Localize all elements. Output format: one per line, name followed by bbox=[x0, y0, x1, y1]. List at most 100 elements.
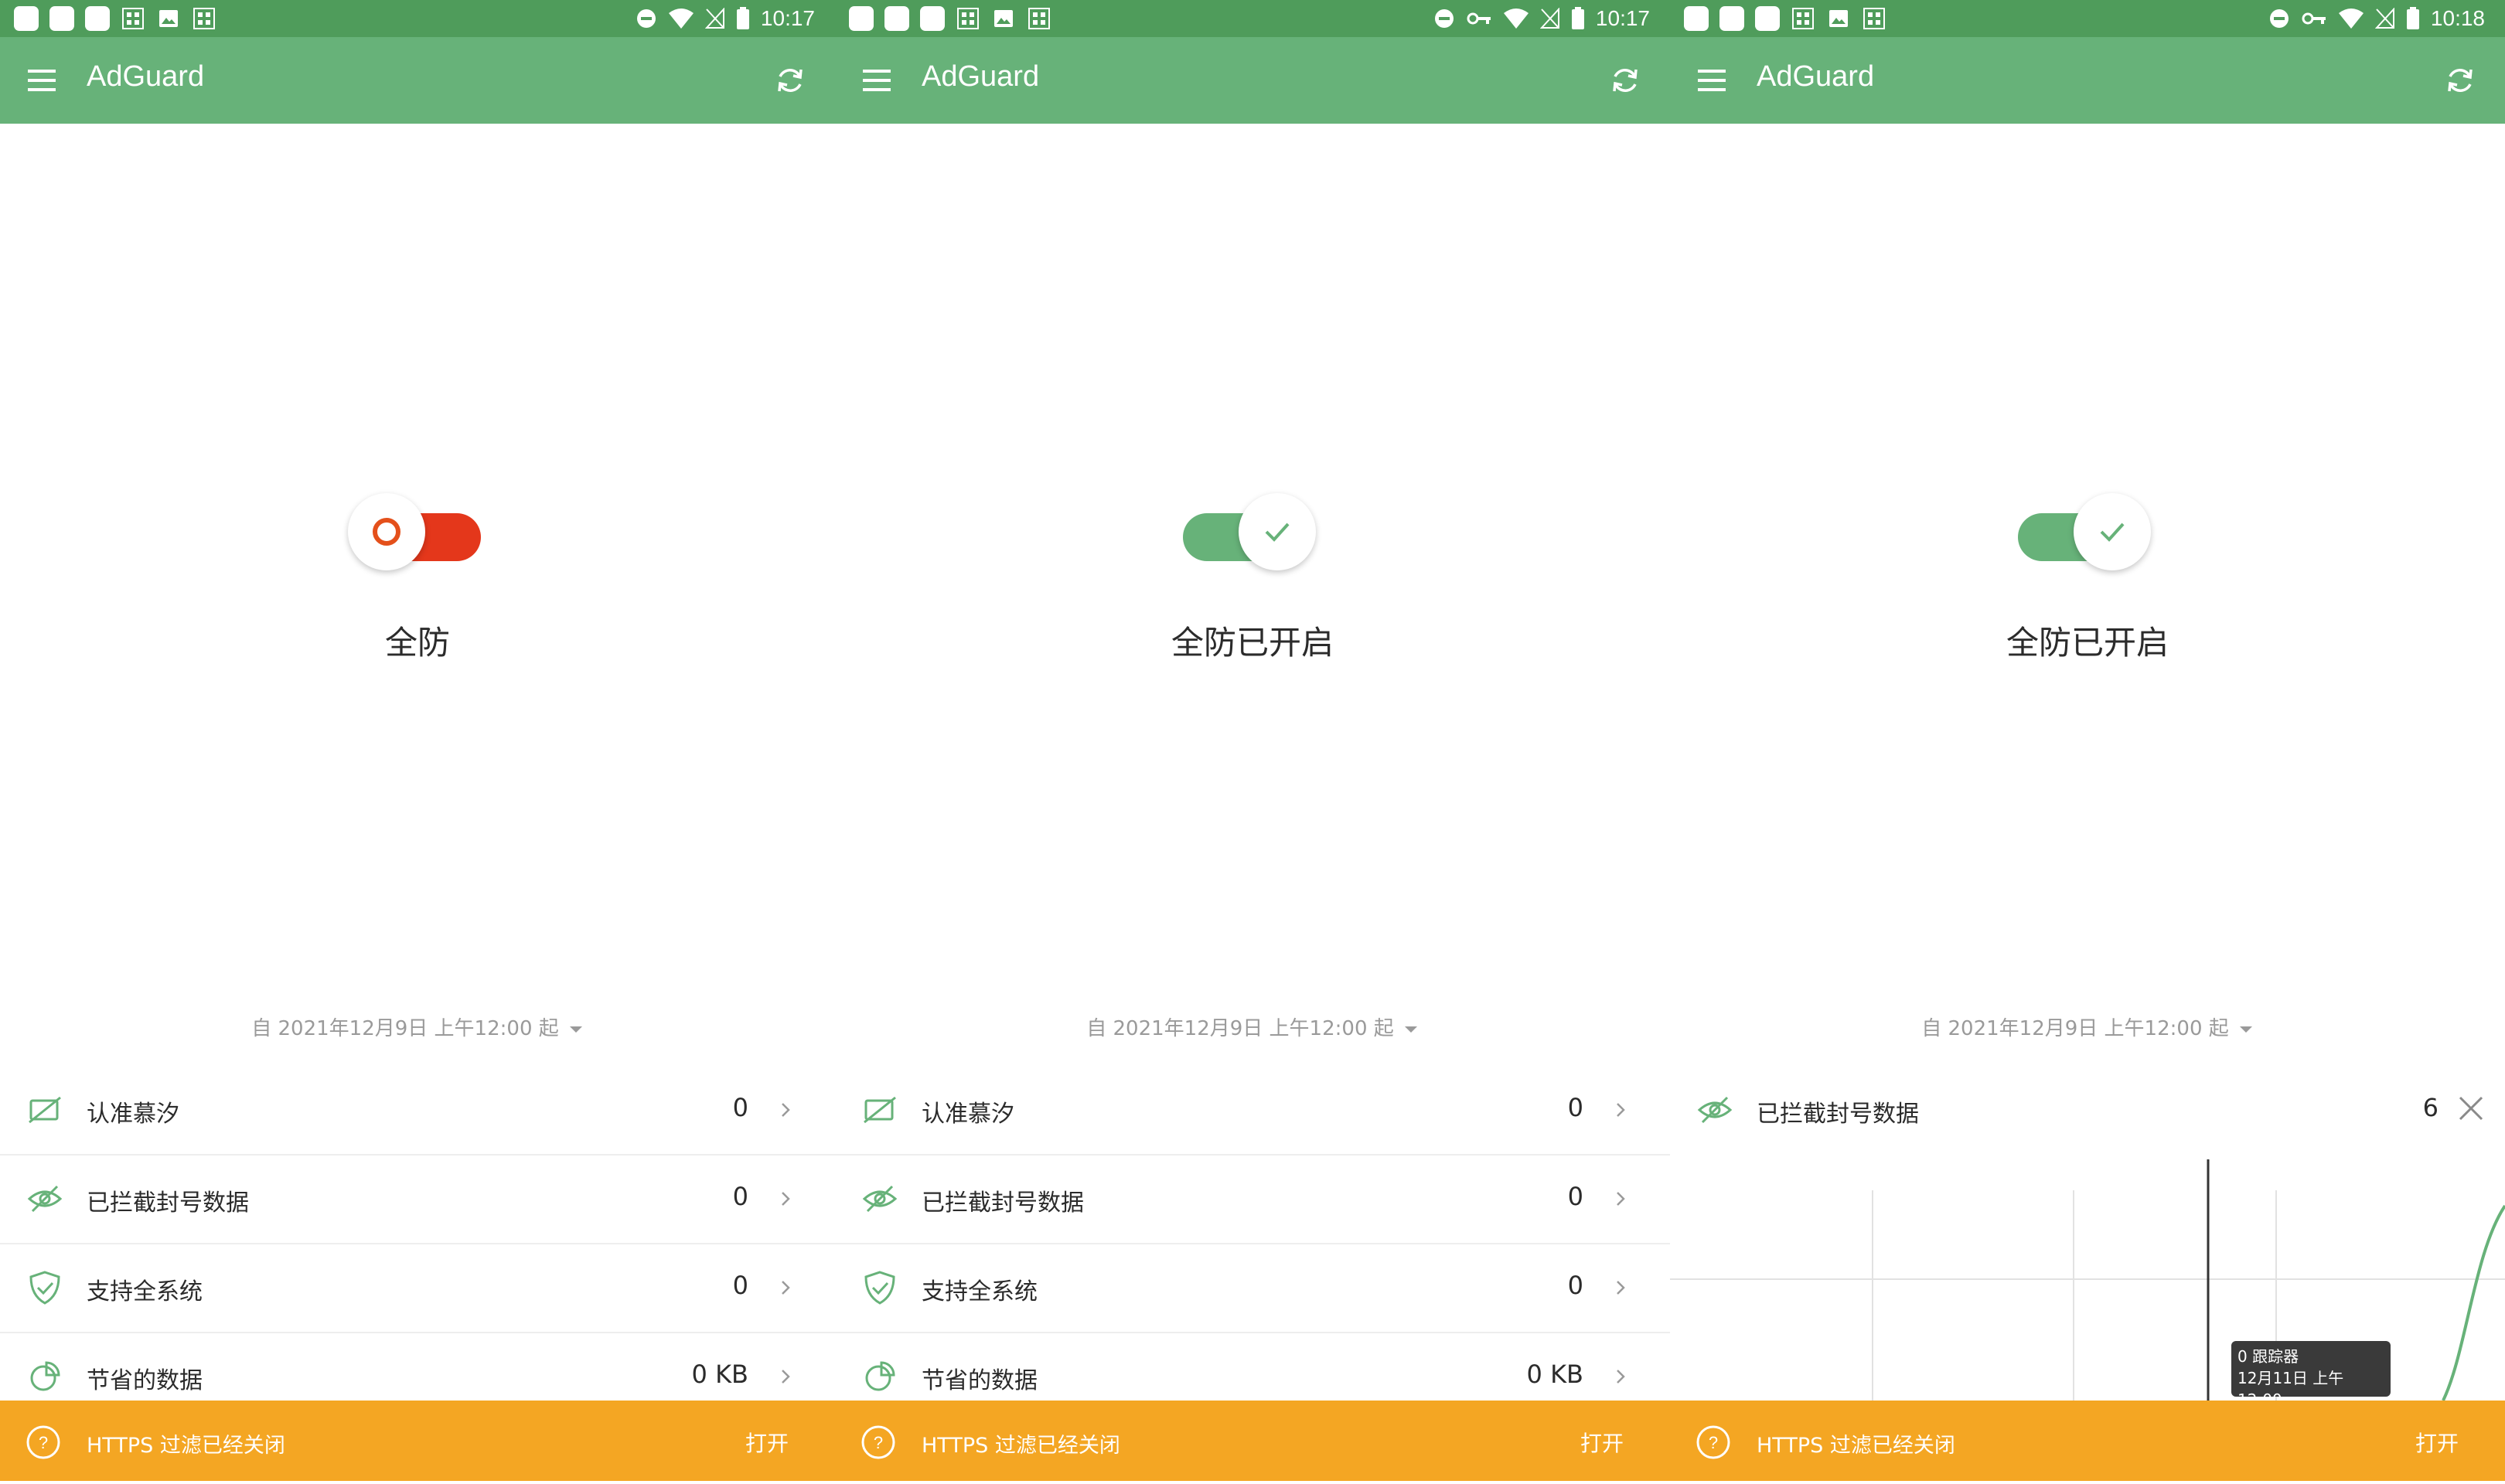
refresh-icon[interactable] bbox=[1607, 62, 1644, 99]
https-filter-banner: ? HTTPS 过滤已经关闭 打开 bbox=[835, 1401, 1670, 1481]
stat-row-system[interactable]: 支持全系统 0 bbox=[0, 1244, 835, 1333]
refresh-icon[interactable] bbox=[2442, 62, 2479, 99]
wifi-icon bbox=[668, 8, 694, 29]
chevron-right-icon bbox=[1617, 1103, 1625, 1117]
battery-icon bbox=[736, 7, 750, 30]
no-signal-icon bbox=[704, 8, 725, 29]
chevron-right-icon bbox=[1617, 1192, 1625, 1206]
notification-app-icon bbox=[1684, 6, 1709, 31]
banner-text: HTTPS 过滤已经关闭 bbox=[87, 1434, 285, 1458]
notification-icons bbox=[1684, 6, 1886, 31]
stat-label: 认准慕汐 bbox=[922, 1101, 1014, 1128]
protection-status-label: 全防已开启 bbox=[1171, 624, 1334, 662]
stat-label: 节省的数据 bbox=[87, 1367, 203, 1394]
qr-icon bbox=[1862, 6, 1886, 31]
stat-row-system[interactable]: 支持全系统 0 bbox=[835, 1244, 1670, 1333]
image-icon bbox=[156, 6, 181, 31]
menu-icon[interactable] bbox=[1695, 66, 1729, 94]
toggle-knob bbox=[348, 493, 425, 570]
menu-icon[interactable] bbox=[860, 66, 894, 94]
chevron-right-icon bbox=[782, 1281, 790, 1295]
period-selector[interactable]: 自 2021年12月9日 上午12:00 起 bbox=[0, 1013, 835, 1041]
refresh-icon[interactable] bbox=[772, 62, 809, 99]
shield-check-icon bbox=[864, 1271, 895, 1305]
menu-icon[interactable] bbox=[25, 66, 59, 94]
dnd-icon bbox=[1433, 8, 1455, 29]
stat-row-trackers[interactable]: 已拦截封号数据 0 bbox=[835, 1156, 1670, 1244]
stat-label: 支持全系统 bbox=[922, 1278, 1038, 1305]
stat-value: 0 KB bbox=[1526, 1360, 1583, 1389]
svg-text:?: ? bbox=[1709, 1433, 1718, 1452]
status-time: 10:17 bbox=[1595, 6, 1650, 30]
tracker-eye-icon bbox=[27, 1185, 63, 1213]
stat-row-ads[interactable]: 认准慕汐 0 bbox=[0, 1067, 835, 1156]
protection-status-label: 全防已开启 bbox=[2006, 624, 2169, 662]
chevron-right-icon bbox=[1617, 1281, 1625, 1295]
check-icon bbox=[1265, 522, 1290, 542]
svg-text:?: ? bbox=[39, 1433, 48, 1452]
notification-icons bbox=[14, 6, 216, 31]
notification-app-icon bbox=[85, 6, 110, 31]
wifi-icon bbox=[1503, 8, 1529, 29]
stats-list: 认准慕汐 0 已拦截封号数据 0 支持全系统 0 节省的数据 0 KB bbox=[0, 1067, 835, 1421]
app-bar: AdGuard bbox=[1670, 37, 2505, 124]
banner-text: HTTPS 过滤已经关闭 bbox=[922, 1434, 1120, 1458]
tracker-eye-icon bbox=[862, 1185, 898, 1213]
qr-icon bbox=[1027, 6, 1051, 31]
period-label: 自 2021年12月9日 上午12:00 起 bbox=[1086, 1017, 1394, 1040]
stat-label: 支持全系统 bbox=[87, 1278, 203, 1305]
help-circle-icon: ? bbox=[1696, 1425, 1730, 1459]
notification-app-icon bbox=[920, 6, 945, 31]
ad-blocked-icon bbox=[864, 1096, 896, 1124]
shield-check-icon bbox=[29, 1271, 60, 1305]
dropdown-icon bbox=[2239, 1026, 2252, 1033]
qr-icon bbox=[121, 6, 145, 31]
stat-value: 0 bbox=[1567, 1271, 1583, 1300]
check-icon bbox=[2100, 522, 2125, 542]
image-icon bbox=[1826, 6, 1851, 31]
detail-value: 6 bbox=[2422, 1093, 2439, 1122]
period-label: 自 2021年12月9日 上午12:00 起 bbox=[251, 1017, 559, 1040]
enable-https-button[interactable]: 打开 bbox=[745, 1427, 789, 1458]
stat-value: 0 bbox=[732, 1182, 748, 1211]
dnd-icon bbox=[2268, 8, 2290, 29]
chevron-right-icon bbox=[782, 1103, 790, 1117]
screen-protection-on: 10:17 AdGuard 全防已开启 自 2021年12月9日 上午12:00… bbox=[835, 0, 1670, 1484]
qr-icon bbox=[956, 6, 980, 31]
help-circle-icon: ? bbox=[861, 1425, 895, 1459]
banner-text: HTTPS 过滤已经关闭 bbox=[1757, 1434, 1955, 1458]
status-bar: 10:17 bbox=[0, 0, 835, 37]
chevron-right-icon bbox=[782, 1192, 790, 1206]
stat-value: 0 bbox=[1567, 1093, 1583, 1122]
close-icon[interactable] bbox=[2456, 1093, 2486, 1124]
notification-app-icon bbox=[884, 6, 909, 31]
notification-app-icon bbox=[849, 6, 874, 31]
vpn-key-icon bbox=[2301, 8, 2327, 29]
tracker-eye-icon bbox=[1697, 1096, 1733, 1124]
pie-chart-icon bbox=[865, 1361, 895, 1391]
ad-blocked-icon bbox=[29, 1096, 61, 1124]
protection-toggle[interactable] bbox=[348, 492, 481, 575]
dnd-icon bbox=[636, 8, 657, 29]
help-circle-icon: ? bbox=[26, 1425, 60, 1459]
stat-row-ads[interactable]: 认准慕汐 0 bbox=[835, 1067, 1670, 1156]
enable-https-button[interactable]: 打开 bbox=[2415, 1427, 2459, 1458]
stat-value: 0 bbox=[732, 1271, 748, 1300]
enable-https-button[interactable]: 打开 bbox=[1580, 1427, 1624, 1458]
period-selector[interactable]: 自 2021年12月9日 上午12:00 起 bbox=[1670, 1013, 2505, 1041]
protection-toggle[interactable] bbox=[2018, 492, 2151, 575]
chevron-right-icon bbox=[1617, 1370, 1625, 1384]
period-selector[interactable]: 自 2021年12月9日 上午12:00 起 bbox=[835, 1013, 1670, 1041]
vpn-key-icon bbox=[1466, 8, 1492, 29]
protection-toggle[interactable] bbox=[1183, 492, 1316, 575]
notification-icons bbox=[849, 6, 1051, 31]
battery-icon bbox=[2406, 7, 2420, 30]
off-ring-icon bbox=[373, 518, 400, 546]
stat-value: 0 bbox=[732, 1093, 748, 1122]
stat-row-trackers[interactable]: 已拦截封号数据 0 bbox=[0, 1156, 835, 1244]
image-icon bbox=[991, 6, 1016, 31]
notification-app-icon bbox=[14, 6, 39, 31]
no-signal-icon bbox=[1539, 8, 1560, 29]
battery-icon bbox=[1571, 7, 1585, 30]
stat-label: 节省的数据 bbox=[922, 1367, 1038, 1394]
